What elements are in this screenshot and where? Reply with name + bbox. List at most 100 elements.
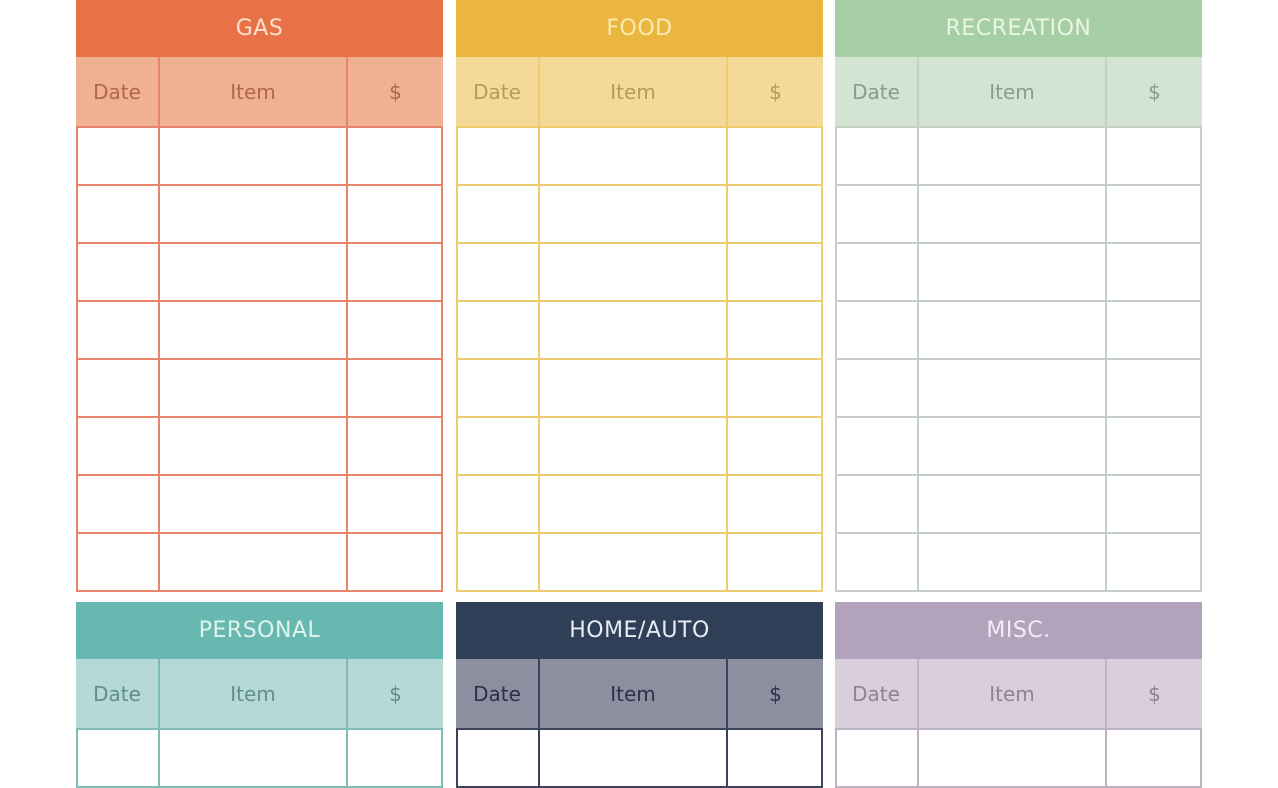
date-cell[interactable]	[837, 418, 919, 474]
amount-cell[interactable]	[728, 302, 821, 358]
item-cell[interactable]	[540, 244, 728, 300]
item-cell[interactable]	[540, 186, 728, 242]
item-cell[interactable]	[160, 534, 348, 590]
date-cell[interactable]	[78, 128, 160, 184]
date-cell[interactable]	[837, 534, 919, 590]
item-cell[interactable]	[919, 418, 1107, 474]
amount-cell[interactable]	[348, 186, 441, 242]
date-column-header: Date	[456, 659, 540, 728]
item-cell[interactable]	[540, 476, 728, 532]
date-column-header: Date	[835, 659, 919, 728]
amount-cell[interactable]	[728, 476, 821, 532]
amount-cell[interactable]	[348, 360, 441, 416]
date-cell[interactable]	[78, 186, 160, 242]
date-cell[interactable]	[458, 418, 540, 474]
amount-cell[interactable]	[728, 360, 821, 416]
item-column-header: Item	[160, 57, 348, 126]
date-cell[interactable]	[78, 730, 160, 786]
date-cell[interactable]	[458, 244, 540, 300]
column-header-row: Date Item $	[456, 659, 823, 730]
item-cell[interactable]	[160, 244, 348, 300]
amount-cell[interactable]	[348, 302, 441, 358]
item-cell[interactable]	[540, 128, 728, 184]
amount-cell[interactable]	[1107, 128, 1200, 184]
amount-cell[interactable]	[1107, 244, 1200, 300]
expense-table-food: FOOD Date Item $	[456, 0, 823, 592]
date-cell[interactable]	[837, 186, 919, 242]
item-cell[interactable]	[540, 730, 728, 786]
table-body	[76, 128, 443, 592]
table-row	[78, 534, 441, 592]
date-cell[interactable]	[837, 128, 919, 184]
item-cell[interactable]	[919, 730, 1107, 786]
amount-cell[interactable]	[1107, 418, 1200, 474]
date-cell[interactable]	[458, 534, 540, 590]
date-cell[interactable]	[837, 302, 919, 358]
table-row	[837, 534, 1200, 592]
date-cell[interactable]	[837, 476, 919, 532]
table-row	[78, 244, 441, 302]
table-row	[458, 186, 821, 244]
item-cell[interactable]	[919, 186, 1107, 242]
item-cell[interactable]	[540, 302, 728, 358]
amount-cell[interactable]	[728, 128, 821, 184]
item-cell[interactable]	[160, 730, 348, 786]
item-cell[interactable]	[919, 244, 1107, 300]
date-cell[interactable]	[78, 418, 160, 474]
item-cell[interactable]	[160, 360, 348, 416]
amount-column-header: $	[389, 681, 402, 706]
amount-cell[interactable]	[1107, 360, 1200, 416]
item-cell[interactable]	[540, 360, 728, 416]
item-cell[interactable]	[919, 360, 1107, 416]
amount-cell[interactable]	[728, 418, 821, 474]
amount-cell[interactable]	[1107, 186, 1200, 242]
table-row	[78, 476, 441, 534]
table-row	[837, 302, 1200, 360]
table-row	[837, 730, 1200, 788]
date-cell[interactable]	[458, 128, 540, 184]
item-cell[interactable]	[160, 128, 348, 184]
item-cell[interactable]	[160, 186, 348, 242]
date-cell[interactable]	[458, 730, 540, 786]
item-cell[interactable]	[919, 476, 1107, 532]
table-title: MISC.	[835, 602, 1202, 659]
item-cell[interactable]	[919, 302, 1107, 358]
date-cell[interactable]	[458, 186, 540, 242]
amount-cell[interactable]	[1107, 476, 1200, 532]
date-column-header: Date	[456, 57, 540, 126]
date-cell[interactable]	[78, 244, 160, 300]
date-cell[interactable]	[78, 534, 160, 590]
item-cell[interactable]	[919, 534, 1107, 590]
item-cell[interactable]	[160, 476, 348, 532]
date-cell[interactable]	[458, 360, 540, 416]
amount-cell[interactable]	[728, 244, 821, 300]
amount-cell[interactable]	[348, 244, 441, 300]
item-cell[interactable]	[540, 418, 728, 474]
amount-cell[interactable]	[348, 418, 441, 474]
date-cell[interactable]	[837, 244, 919, 300]
item-cell[interactable]	[919, 128, 1107, 184]
date-cell[interactable]	[837, 730, 919, 786]
date-cell[interactable]	[837, 360, 919, 416]
amount-cell[interactable]	[1107, 534, 1200, 590]
date-cell[interactable]	[458, 476, 540, 532]
date-cell[interactable]	[78, 476, 160, 532]
amount-cell[interactable]	[728, 186, 821, 242]
date-column-header: Date	[76, 57, 160, 126]
expense-table-recreation: RECREATION Date Item $	[835, 0, 1202, 592]
amount-cell[interactable]	[1107, 302, 1200, 358]
amount-cell[interactable]	[348, 730, 441, 786]
amount-cell[interactable]	[728, 534, 821, 590]
date-cell[interactable]	[78, 302, 160, 358]
amount-cell[interactable]	[348, 128, 441, 184]
date-cell[interactable]	[78, 360, 160, 416]
amount-cell[interactable]	[728, 730, 821, 786]
date-cell[interactable]	[458, 302, 540, 358]
table-body	[835, 128, 1202, 592]
amount-cell[interactable]	[348, 534, 441, 590]
item-cell[interactable]	[160, 418, 348, 474]
amount-cell[interactable]	[1107, 730, 1200, 786]
item-cell[interactable]	[160, 302, 348, 358]
amount-cell[interactable]	[348, 476, 441, 532]
item-cell[interactable]	[540, 534, 728, 590]
